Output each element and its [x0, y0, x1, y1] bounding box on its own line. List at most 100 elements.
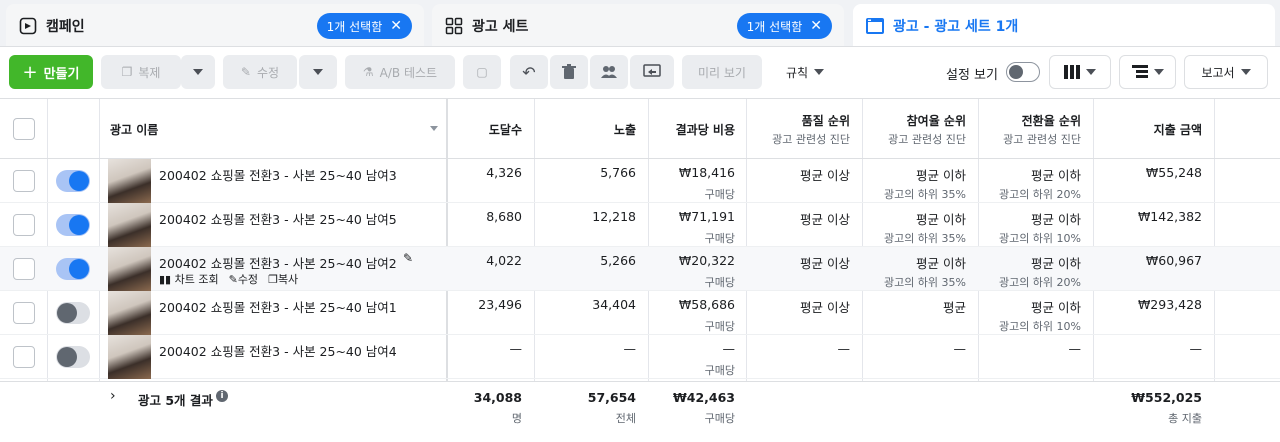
- row-checkbox[interactable]: [13, 214, 35, 236]
- delete-button[interactable]: [550, 55, 588, 89]
- tab-adset-label: 광고 세트: [472, 19, 529, 35]
- table-row[interactable]: 200402 쇼핑몰 전환3 - 사본 25~40 남여2 ✎ ▮▮ 차트 조회 ✎수…: [0, 247, 1280, 291]
- engagement-cell: —: [953, 341, 967, 356]
- sort-icon[interactable]: [430, 126, 438, 131]
- table-row[interactable]: 200402 쇼핑몰 전환3 - 사본 25~40 남여1 23,496 34,40…: [0, 291, 1280, 335]
- archive-button[interactable]: ▢: [463, 55, 501, 89]
- edit-dropdown[interactable]: [299, 55, 337, 89]
- row-checkbox[interactable]: [13, 170, 35, 192]
- tab-ads[interactable]: 광고 - 광고 세트 1개: [853, 4, 1275, 48]
- ad-name-link[interactable]: 200402 쇼핑몰 전환3 - 사본 25~40 남여4: [159, 341, 397, 360]
- table-row[interactable]: 200402 쇼핑몰 전환3 - 사본 25~40 남여5 8,680 12,218…: [0, 203, 1280, 247]
- tab-adset[interactable]: 광고 세트 1개 선택함 ✕: [432, 4, 844, 48]
- trash-icon: [562, 64, 576, 79]
- col-reach[interactable]: 도달수: [448, 99, 522, 159]
- view-setup-label: 설정 보기: [946, 68, 998, 83]
- duplicate-label: 복제: [138, 65, 161, 80]
- duplicate-dropdown[interactable]: [181, 55, 215, 89]
- ad-status-toggle[interactable]: [56, 170, 90, 192]
- table-row[interactable]: 200402 쇼핑몰 전환3 - 사본 25~40 남여3 4,326 5,766 ₩…: [0, 159, 1280, 203]
- col-cost-per-result[interactable]: 결과당 비용: [650, 99, 735, 159]
- table-header: 광고 이름 도달수 노출 결과당 비용 품질 순위 광고 관련성 진단 참여율 …: [0, 99, 1280, 159]
- conversion-cell: 평균 이하: [1031, 256, 1081, 271]
- toggle-knob: [69, 215, 89, 235]
- quality-cell: 평균 이상: [800, 212, 850, 227]
- row-checkbox[interactable]: [13, 258, 35, 280]
- col-ad-name[interactable]: 광고 이름: [110, 99, 440, 159]
- ad-thumbnail[interactable]: [108, 291, 151, 335]
- ad-thumbnail[interactable]: [108, 247, 151, 291]
- edit-button[interactable]: ✎ 수정: [223, 55, 297, 89]
- engagement-cell: 평균: [942, 300, 966, 315]
- undo-icon: ↶: [522, 62, 536, 82]
- create-button[interactable]: + 만들기: [9, 55, 93, 89]
- toolbar: + 만들기 ❐ 복제 ✎ 수정 ⚗ A/B 테스트 ▢ ↶ 미리 보기 규칙 설…: [0, 46, 1280, 98]
- reports-button[interactable]: 보고서: [1184, 55, 1268, 89]
- quality-cell: 평균 이상: [800, 300, 850, 315]
- ad-status-toggle[interactable]: [56, 258, 90, 280]
- reach-cell: 4,326: [486, 165, 522, 180]
- quality-cell: —: [837, 341, 851, 356]
- chevron-right-icon[interactable]: ›: [110, 388, 116, 404]
- breakdown-icon: [1131, 65, 1148, 78]
- col-engagement[interactable]: 참여율 순위 광고 관련성 진단: [864, 99, 966, 159]
- duplicate-button[interactable]: ❐ 복제: [101, 55, 181, 89]
- clear-selection-icon[interactable]: ✕: [810, 19, 822, 33]
- columns-button[interactable]: [1049, 55, 1111, 89]
- undo-button[interactable]: ↶: [510, 55, 548, 89]
- clear-selection-icon[interactable]: ✕: [390, 19, 402, 33]
- info-icon[interactable]: i: [216, 390, 228, 402]
- toggle-knob: [57, 303, 77, 323]
- pencil-icon[interactable]: ✎: [403, 251, 413, 265]
- breakdown-button[interactable]: [1119, 55, 1176, 89]
- ad-thumbnail[interactable]: [108, 203, 151, 247]
- impressions-cell: 34,404: [592, 297, 636, 312]
- ad-name-link[interactable]: 200402 쇼핑몰 전환3 - 사본 25~40 남여5: [159, 209, 397, 228]
- row-actions: ▮▮ 차트 조회 ✎수정 ❐복사: [159, 271, 298, 287]
- col-engagement-label: 참여율 순위: [906, 113, 966, 128]
- publish-button[interactable]: [630, 55, 674, 89]
- duplicate-icon: ❐: [121, 65, 133, 79]
- preview-button[interactable]: 미리 보기: [682, 55, 762, 89]
- col-impressions[interactable]: 노출: [536, 99, 636, 159]
- col-spend[interactable]: 지출 금액: [1095, 99, 1202, 159]
- tab-campaign[interactable]: 캠페인 1개 선택함 ✕: [6, 4, 424, 48]
- chevron-down-icon: [1086, 69, 1096, 75]
- col-reach-label: 도달수: [488, 122, 522, 137]
- ad-status-toggle[interactable]: [56, 302, 90, 324]
- conversion-sub: 광고의 하위 20%: [998, 276, 1081, 289]
- ab-test-button[interactable]: ⚗ A/B 테스트: [345, 55, 455, 89]
- campaign-selected-badge[interactable]: 1개 선택함 ✕: [316, 13, 412, 39]
- edit-link[interactable]: ✎수정: [229, 271, 258, 287]
- ad-thumbnail[interactable]: [108, 335, 151, 379]
- view-setup-toggle[interactable]: [1006, 62, 1040, 82]
- ad-name-link[interactable]: 200402 쇼핑몰 전환3 - 사본 25~40 남여2: [159, 253, 397, 272]
- flask-icon: ⚗: [362, 65, 374, 79]
- copy-link[interactable]: ❐복사: [268, 271, 298, 287]
- rules-dropdown[interactable]: 규칙: [770, 55, 840, 89]
- ad-status-toggle[interactable]: [56, 346, 90, 368]
- spend-cell: ₩60,967: [1145, 253, 1202, 268]
- ad-name-link[interactable]: 200402 쇼핑몰 전환3 - 사본 25~40 남여1: [159, 297, 397, 316]
- row-checkbox[interactable]: [13, 302, 35, 324]
- cpr-cell: ₩18,416: [678, 165, 735, 180]
- adset-selected-badge[interactable]: 1개 선택함 ✕: [736, 13, 832, 39]
- chart-view-link[interactable]: ▮▮ 차트 조회: [159, 271, 219, 287]
- conversion-sub: 광고의 하위 10%: [998, 320, 1081, 333]
- table-row[interactable]: 200402 쇼핑몰 전환3 - 사본 25~40 남여4 — — — 구매당 — — — —: [0, 335, 1280, 379]
- tab-campaign-label: 캠페인: [46, 19, 85, 35]
- select-all-checkbox[interactable]: [13, 118, 35, 140]
- chevron-down-icon: [1240, 69, 1251, 75]
- row-checkbox[interactable]: [13, 346, 35, 368]
- toggle-knob: [69, 171, 89, 191]
- impressions-cell: 12,218: [592, 209, 636, 224]
- ad-icon: [865, 16, 885, 36]
- ad-status-toggle[interactable]: [56, 214, 90, 236]
- edit-link-label: 수정: [237, 273, 259, 286]
- col-quality[interactable]: 품질 순위 광고 관련성 진단: [748, 99, 850, 159]
- audience-button[interactable]: [590, 55, 628, 89]
- col-conversion[interactable]: 전환율 순위 광고 관련성 진단: [980, 99, 1081, 159]
- chevron-down-icon: [1153, 69, 1164, 75]
- ad-name-link[interactable]: 200402 쇼핑몰 전환3 - 사본 25~40 남여3: [159, 165, 397, 184]
- ad-thumbnail[interactable]: [108, 159, 151, 203]
